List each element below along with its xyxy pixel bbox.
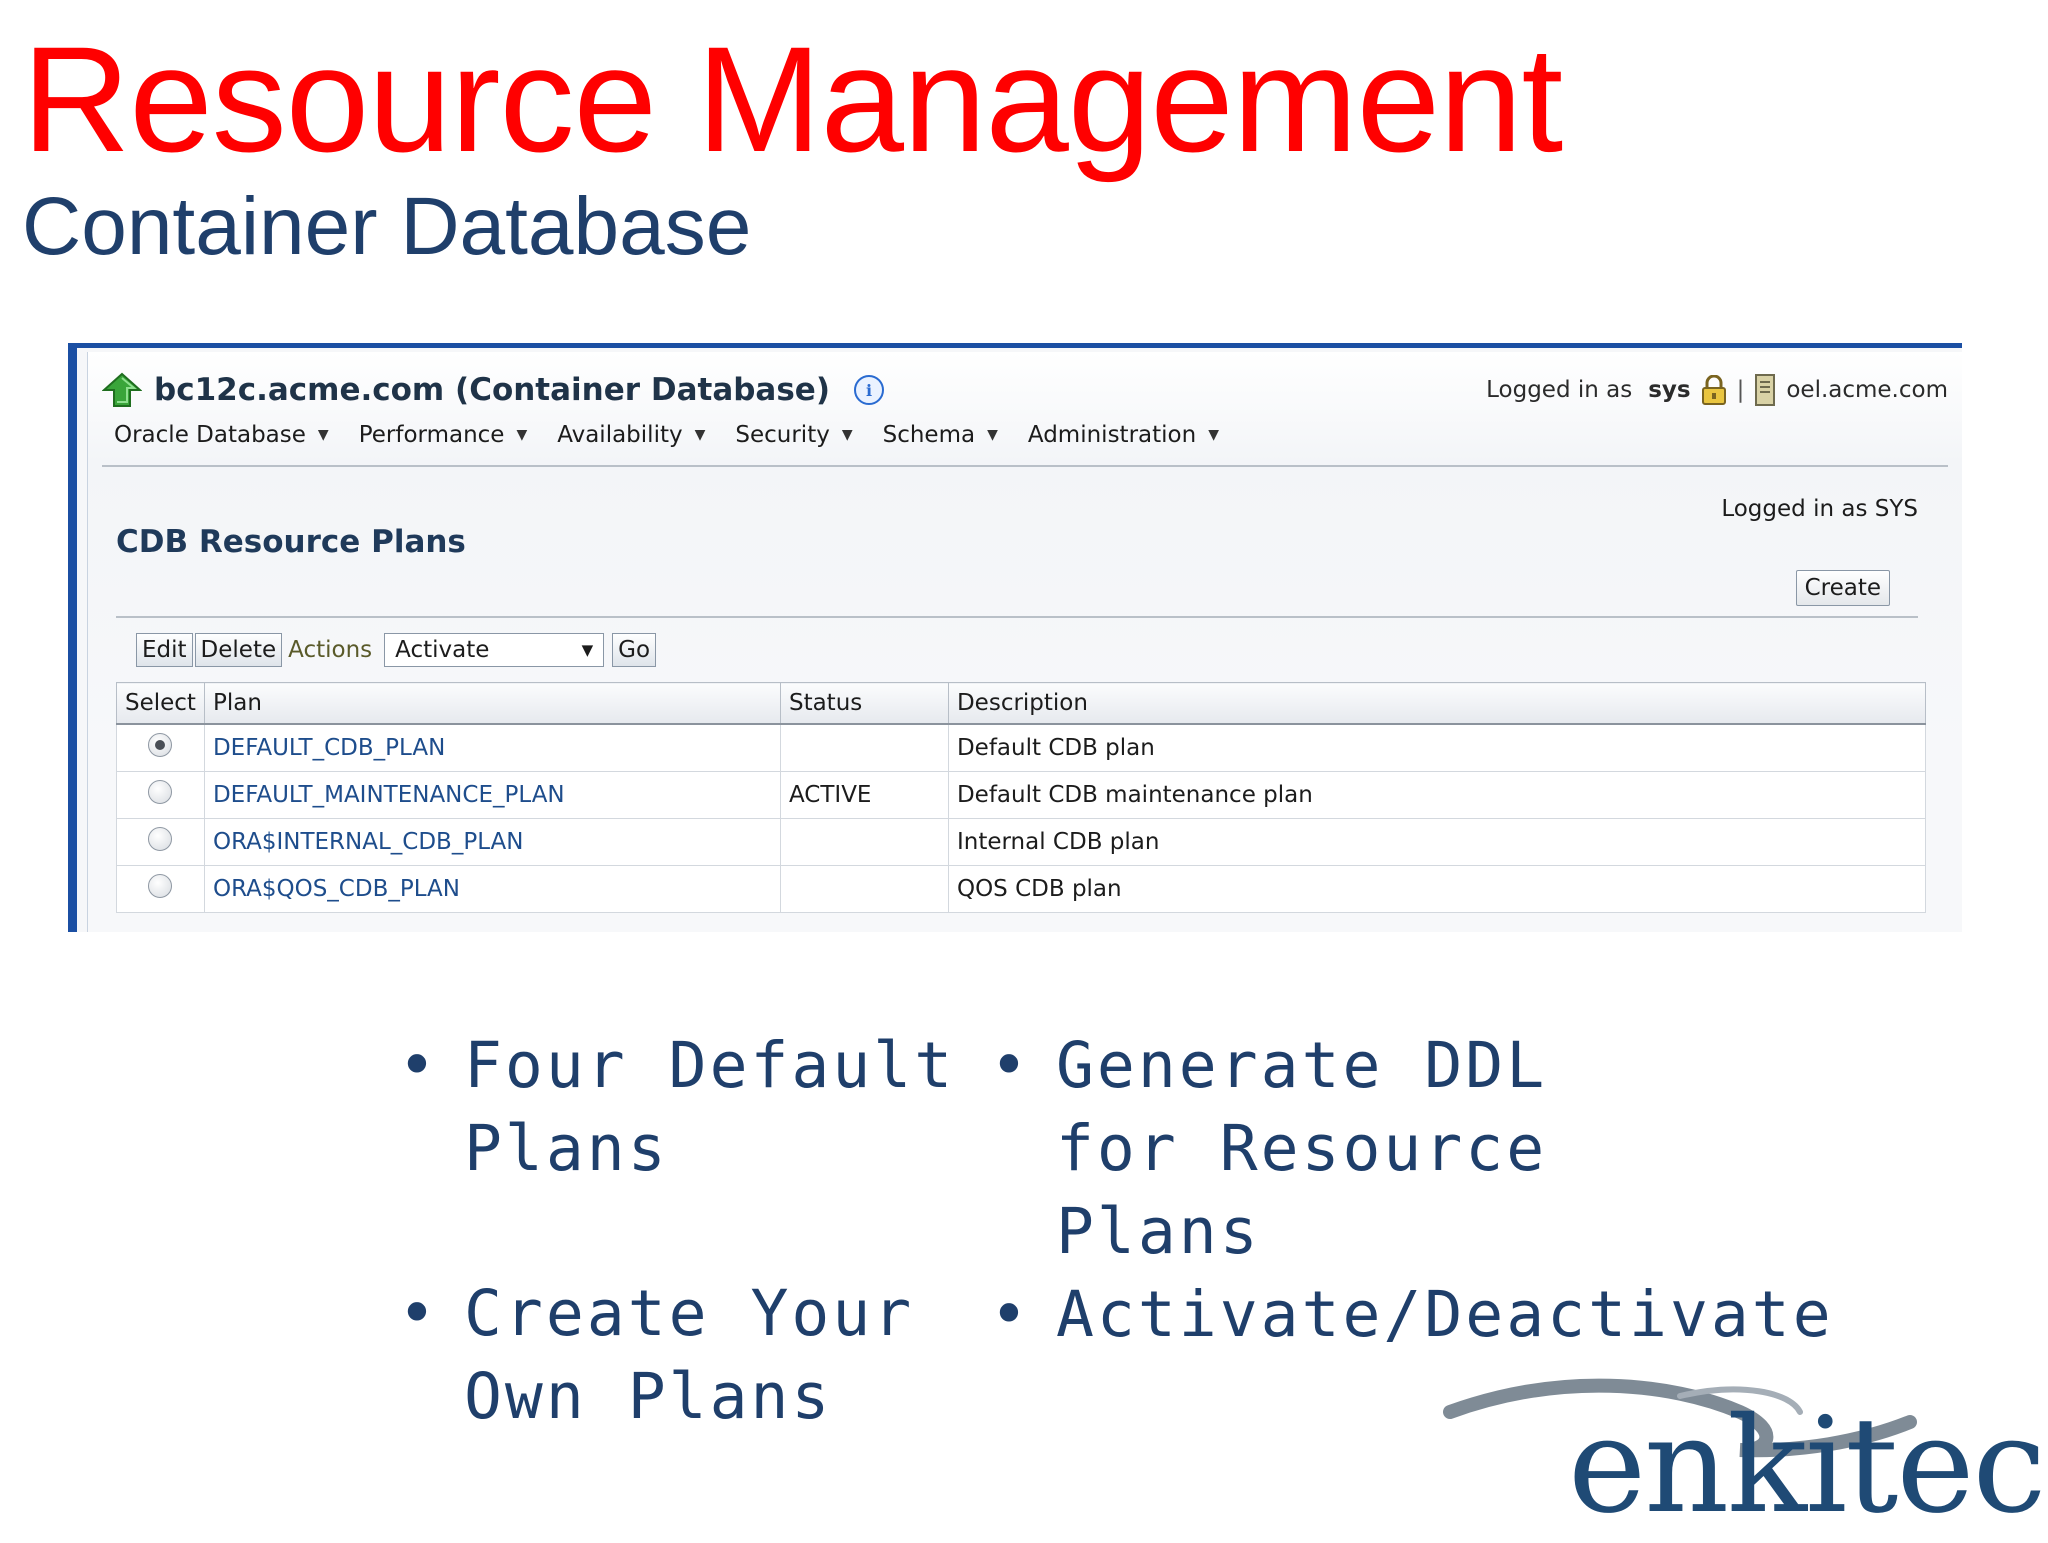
main-menu: Oracle Database ▼ Performance ▼ Availabili… [114,422,1219,448]
go-button[interactable]: Go [612,633,657,667]
plan-link[interactable]: DEFAULT_MAINTENANCE_PLAN [203,771,781,819]
menu-availability[interactable]: Availability ▼ [557,422,705,448]
create-button[interactable]: Create [1795,570,1890,606]
delete-button[interactable]: Delete [194,633,283,667]
menu-label: Administration [1027,422,1197,448]
status-cell [779,865,949,913]
info-icon[interactable]: i [854,375,884,405]
resource-plans-table: Select Plan Status Description DEFAULT_C… [116,682,1927,913]
menu-administration[interactable]: Administration ▼ [1028,422,1219,448]
enkitec-logo: enkitec [1440,1352,2046,1536]
plan-link[interactable]: ORA$INTERNAL_CDB_PLAN [203,818,781,866]
table-header-row: Select Plan Status Description [116,682,1927,725]
status-cell [779,723,949,772]
radio-button[interactable] [148,874,173,898]
description-cell: Internal CDB plan [947,818,1927,866]
menu-oracle-database[interactable]: Oracle Database ▼ [114,422,329,448]
description-cell: Default CDB maintenance plan [947,771,1927,819]
bullet-item: Create Your Own Plans [398,1272,958,1438]
host-link[interactable]: oel.acme.com [1786,377,1948,403]
login-bar: Logged in as sys | oel.acme.com [1486,374,1948,406]
chevron-down-icon: ▼ [516,427,528,443]
home-arrow-icon[interactable] [102,372,142,408]
description-cell: QOS CDB plan [947,865,1927,913]
select-cell [116,865,205,913]
slide-title: Resource Management [22,15,1563,183]
chevron-down-icon: ▼ [987,427,998,443]
lock-icon[interactable] [1701,375,1727,405]
column-header-select: Select [116,682,205,725]
chevron-down-icon: ▼ [581,641,594,659]
bullet-list-right: Generate DDL for Resource Plans Activate… [990,1024,1831,1356]
column-header-plan[interactable]: Plan [203,682,781,725]
menu-divider [102,465,1948,467]
menu-label: Availability [557,422,683,448]
table-row: ORA$QOS_CDB_PLAN QOS CDB plan [116,865,1927,913]
menu-label: Oracle Database [114,422,306,448]
chevron-down-icon: ▼ [1208,427,1219,443]
menu-security[interactable]: Security ▼ [735,422,852,448]
radio-button[interactable] [148,733,173,757]
bullet-item: Four Default Plans [398,1024,958,1190]
plan-link[interactable]: ORA$QOS_CDB_PLAN [203,865,781,913]
column-header-status[interactable]: Status [779,682,949,725]
logged-in-user[interactable]: sys [1648,377,1690,403]
section-divider [116,616,1918,618]
slide-subtitle: Container Database [22,181,752,272]
radio-button[interactable] [148,827,173,851]
section-title: CDB Resource Plans [116,524,466,560]
menu-label: Security [735,422,830,448]
table-row: DEFAULT_CDB_PLAN Default CDB plan [116,723,1927,772]
menu-label: Performance [358,422,505,448]
select-cell [116,771,205,819]
radio-button[interactable] [148,780,173,804]
menu-label: Schema [882,422,976,448]
chevron-down-icon: ▼ [317,427,329,443]
server-icon [1755,374,1776,406]
em-page: bc12c.acme.com (Container Database) i Lo… [87,352,1962,932]
status-cell [779,818,949,866]
select-cell [116,723,205,772]
bullet-list-left: Four Default Plans Create Your Own Plans [398,1024,958,1438]
chevron-down-icon: ▼ [841,427,853,443]
em-screenshot: bc12c.acme.com (Container Database) i Lo… [68,343,1962,932]
chevron-down-icon: ▼ [694,427,706,443]
table-row: ORA$INTERNAL_CDB_PLAN Internal CDB plan [116,818,1927,866]
bullet-item: Activate/Deactivate [990,1273,1831,1356]
logged-in-sys: Logged in as SYS [1721,496,1918,522]
db-header: bc12c.acme.com (Container Database) i [102,372,884,408]
table-row: DEFAULT_MAINTENANCE_PLAN ACTIVE Default … [116,771,1927,819]
menu-performance[interactable]: Performance ▼ [359,422,528,448]
edit-button[interactable]: Edit [136,633,193,667]
bullet-item: Generate DDL for Resource Plans [990,1024,1610,1273]
logged-in-label: Logged in as [1486,377,1633,403]
actions-select-value: Activate [395,637,490,663]
plan-link[interactable]: DEFAULT_CDB_PLAN [203,723,781,772]
menu-schema[interactable]: Schema ▼ [883,422,998,448]
db-title[interactable]: bc12c.acme.com (Container Database) [154,372,830,408]
actions-select[interactable]: Activate ▼ [384,633,605,667]
select-cell [116,818,205,866]
column-header-description[interactable]: Description [947,682,1927,725]
login-separator: | [1736,377,1745,403]
logo-text: enkitec [1568,1389,2046,1543]
status-cell: ACTIVE [779,771,949,819]
actions-label: Actions [288,637,373,663]
description-cell: Default CDB plan [947,723,1927,772]
table-toolbar: Edit Delete Actions Activate ▼ Go [136,633,658,667]
